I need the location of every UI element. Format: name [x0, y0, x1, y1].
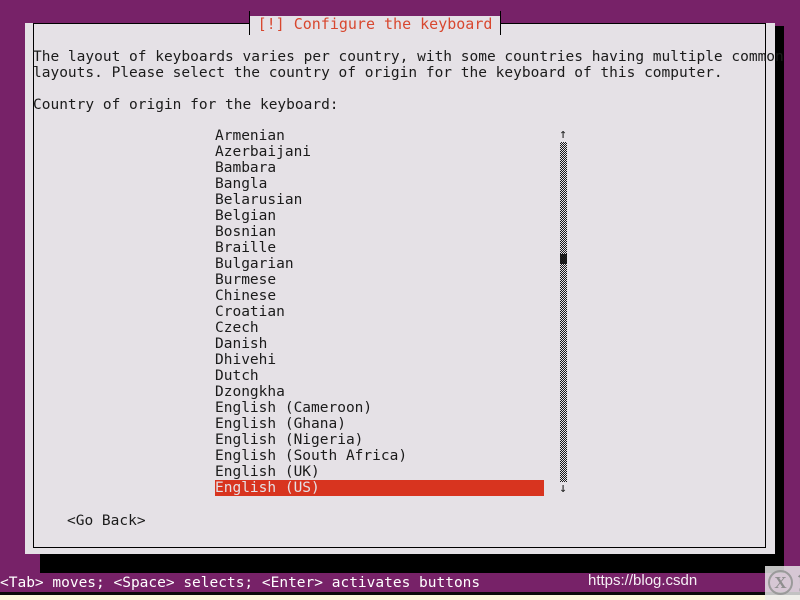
country-list[interactable]: Armenian Azerbaijani Bambara Bangla Belarusi… — [215, 128, 544, 496]
country-list-item[interactable]: Braille — [215, 240, 544, 256]
bottom-cream-strip — [0, 595, 800, 600]
scrollbar-thumb[interactable] — [560, 254, 567, 264]
scroll-up-arrow-icon[interactable]: ↑ — [558, 128, 568, 142]
country-list-item[interactable]: Dzongkha — [215, 384, 544, 400]
country-list-item[interactable]: Bambara — [215, 160, 544, 176]
intro-text-line-1: The layout of keyboards varies per count… — [33, 49, 784, 65]
country-list-item[interactable]: Belgian — [215, 208, 544, 224]
country-list-item[interactable]: Czech — [215, 320, 544, 336]
country-list-item[interactable]: Belarusian — [215, 192, 544, 208]
go-back-button[interactable]: <Go Back> — [67, 513, 146, 529]
country-list-item[interactable]: English (Cameroon) — [215, 400, 544, 416]
country-list-item[interactable]: Croatian — [215, 304, 544, 320]
intro-text-line-2: layouts. Please select the country of or… — [33, 65, 723, 81]
country-list-item[interactable]: Dhivehi — [215, 352, 544, 368]
country-list-item[interactable]: English (US) — [215, 480, 544, 496]
scroll-down-arrow-icon[interactable]: ↓ — [558, 482, 568, 496]
country-list-item[interactable]: Dutch — [215, 368, 544, 384]
country-list-item[interactable]: Bulgarian — [215, 256, 544, 272]
country-list-item[interactable]: English (UK) — [215, 464, 544, 480]
country-list-item[interactable]: Bangla — [215, 176, 544, 192]
country-list-item[interactable]: Azerbaijani — [215, 144, 544, 160]
terminal-screen: [!] Configure the keyboard The layout of… — [0, 0, 800, 600]
country-list-item[interactable]: Bosnian — [215, 224, 544, 240]
country-list-item[interactable]: English (South Africa) — [215, 448, 544, 464]
scrollbar-track[interactable] — [560, 142, 567, 482]
dialog-bottom-shadow — [40, 559, 784, 573]
country-list-item[interactable]: Armenian — [215, 128, 544, 144]
country-list-item[interactable]: Danish — [215, 336, 544, 352]
dialog-title-strip — [25, 14, 775, 23]
country-list-item[interactable]: English (Ghana) — [215, 416, 544, 432]
status-bar-text: <Tab> moves; <Space> selects; <Enter> ac… — [0, 575, 481, 591]
country-list-item[interactable]: English (Nigeria) — [215, 432, 544, 448]
country-list-item[interactable]: Chinese — [215, 288, 544, 304]
country-list-item[interactable]: Burmese — [215, 272, 544, 288]
country-prompt-label: Country of origin for the keyboard: — [33, 97, 339, 113]
country-list-scrollbar[interactable]: ↑ ↓ — [558, 128, 568, 496]
